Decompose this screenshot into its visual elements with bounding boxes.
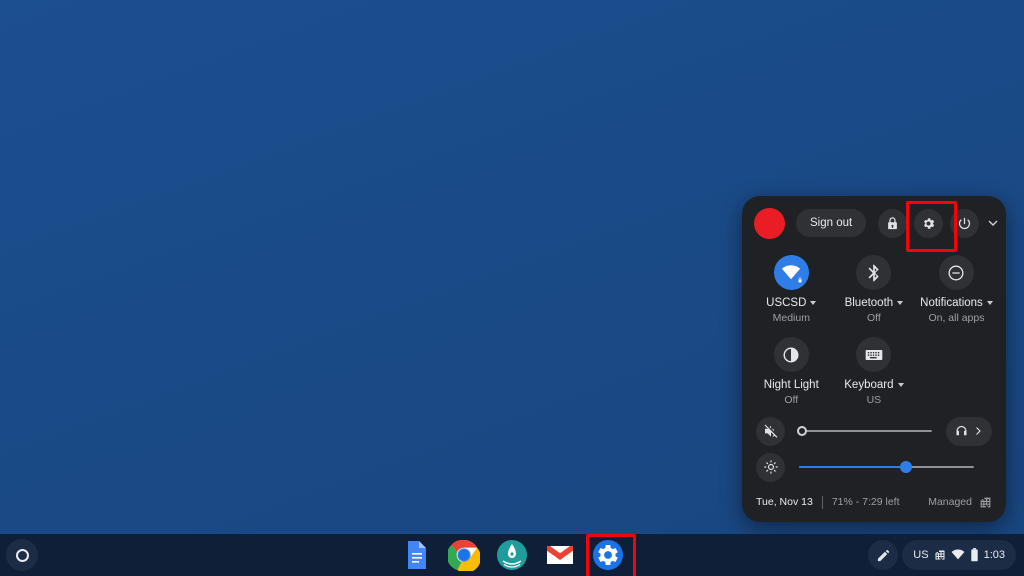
do-not-disturb-icon [938, 255, 974, 290]
chevron-down-icon[interactable] [979, 209, 1007, 237]
date-label: Tue, Nov 13 [756, 496, 813, 508]
wifi-icon [951, 548, 965, 562]
shelf-app-settings[interactable] [586, 534, 636, 576]
brightness-slider-row [742, 450, 1006, 484]
volume-track[interactable] [796, 426, 932, 436]
tile-night-light-sub: Off [784, 394, 799, 406]
wifi-icon [773, 255, 809, 290]
volume-slider-row [742, 414, 1006, 448]
settings-gear-icon[interactable] [906, 200, 958, 252]
quick-settings-tiles-row-1: USCSD Medium Bluetooth Off Notifications… [742, 255, 1006, 324]
system-tray-button[interactable]: US 1:03 [902, 540, 1016, 570]
tile-bluetooth-sub: Off [866, 312, 881, 324]
tile-notifications-label: Notifications [920, 297, 993, 309]
tile-night-light-label: Night Light [764, 379, 819, 391]
shelf-app-docs[interactable] [400, 539, 432, 571]
sign-out-button[interactable]: Sign out [796, 209, 867, 237]
moon-icon [773, 337, 809, 372]
user-avatar[interactable] [754, 207, 785, 239]
brightness-fill [799, 466, 906, 468]
shelf-app-explore[interactable] [496, 539, 528, 571]
quick-settings-panel: Sign out USCSD Medium Bluetooth Off Noti… [742, 196, 1006, 522]
quick-settings-header: Sign out [742, 196, 1007, 252]
managed-group[interactable]: Managed [928, 496, 992, 509]
tile-keyboard-label: Keyboard [844, 379, 904, 391]
desktop-wallpaper: Sign out USCSD Medium Bluetooth Off Noti… [0, 0, 1024, 576]
shelf-status-area: US 1:03 [868, 534, 1016, 576]
brightness-track[interactable] [799, 461, 974, 473]
tile-keyboard-sub: US [866, 394, 882, 406]
footer-divider [821, 495, 823, 509]
battery-status-label[interactable]: 71% - 7:29 left [832, 496, 900, 508]
tile-network[interactable]: USCSD Medium [750, 255, 833, 324]
shelf: US 1:03 [0, 534, 1024, 576]
tile-bluetooth-text: Bluetooth [844, 297, 894, 309]
keyboard-icon [856, 337, 892, 372]
tile-placeholder [915, 337, 998, 406]
quick-settings-footer: Tue, Nov 13 71% - 7:29 left Managed [742, 488, 1006, 522]
chevron-down-icon[interactable] [897, 301, 904, 305]
lock-icon[interactable] [878, 208, 908, 238]
wifi-lock-badge [795, 276, 804, 284]
brightness-knob[interactable] [899, 461, 912, 473]
tile-bluetooth-label: Bluetooth [845, 297, 904, 309]
volume-knob[interactable] [796, 426, 807, 436]
tile-night-light[interactable]: Night Light Off [750, 337, 833, 406]
managed-label: Managed [928, 496, 972, 508]
brightness-icon[interactable] [756, 452, 785, 482]
tile-notifications[interactable]: Notifications On, all apps [915, 255, 998, 324]
chevron-down-icon[interactable] [810, 301, 817, 305]
enterprise-icon [934, 549, 946, 561]
audio-output-button[interactable] [946, 416, 992, 446]
shelf-app-chrome[interactable] [448, 539, 480, 571]
tile-network-sub: Medium [772, 312, 810, 324]
bluetooth-icon [856, 255, 892, 290]
battery-icon [970, 548, 979, 562]
chevron-down-icon[interactable] [986, 301, 993, 305]
quick-settings-tiles-row-2: Night Light Off Keyboard US [742, 337, 1006, 406]
tile-keyboard-text: Keyboard [844, 379, 894, 391]
stylus-icon[interactable] [868, 540, 899, 570]
enterprise-icon [979, 496, 992, 509]
tile-night-light-text: Night Light [763, 379, 819, 391]
ime-label: US [913, 549, 929, 561]
tile-notifications-sub: On, all apps [928, 312, 985, 324]
tile-keyboard[interactable]: Keyboard US [833, 337, 916, 406]
tile-network-label: USCSD [766, 297, 817, 309]
power-icon[interactable] [950, 208, 980, 238]
tile-notifications-text: Notifications [920, 297, 983, 309]
tile-network-text: USCSD [766, 297, 807, 309]
chevron-down-icon[interactable] [897, 383, 904, 387]
shelf-app-gmail[interactable] [544, 539, 576, 571]
circle-icon [15, 548, 29, 562]
launcher-button[interactable] [6, 539, 38, 571]
tile-bluetooth[interactable]: Bluetooth Off [833, 255, 916, 324]
clock-label: 1:03 [983, 549, 1005, 561]
volume-mute-icon[interactable] [756, 416, 785, 446]
shelf-app-list [400, 534, 636, 576]
